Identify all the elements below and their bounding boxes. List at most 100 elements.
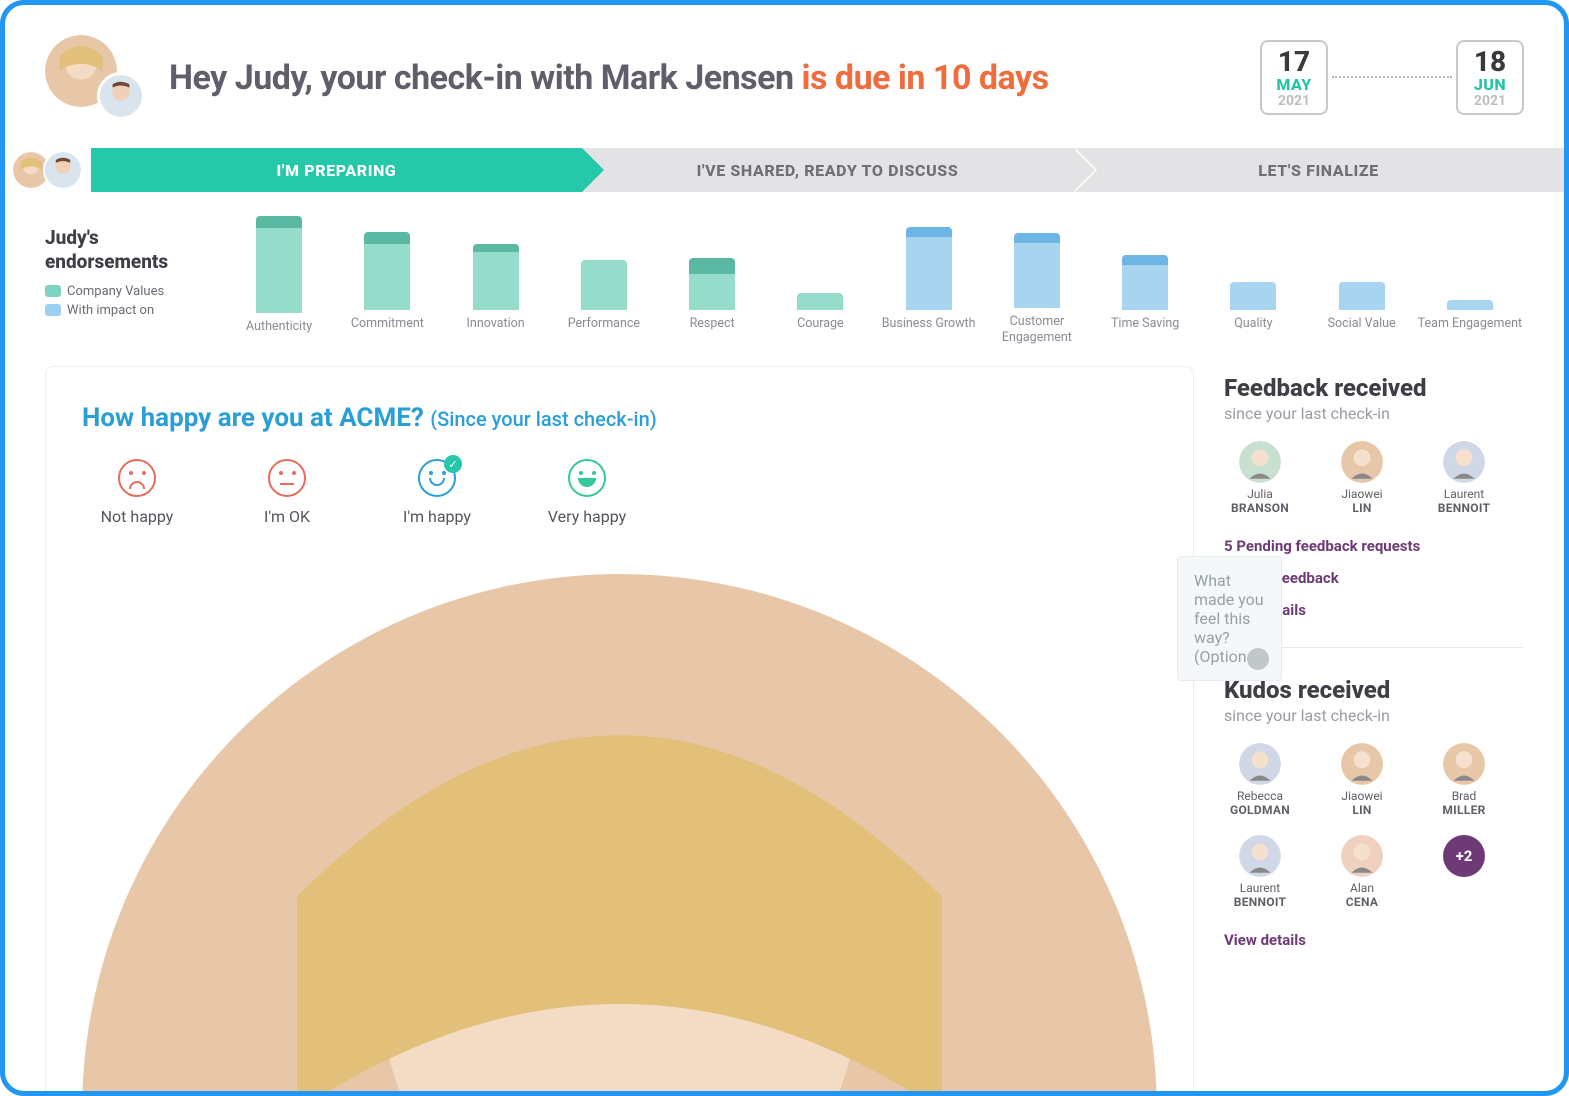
chart-legend: Judy's endorsements Company Values With …	[45, 216, 205, 346]
person-last: BRANSON	[1231, 501, 1289, 515]
face-sad-icon	[118, 459, 156, 497]
face-very-happy-icon	[568, 459, 606, 497]
avatar-pair	[45, 35, 145, 120]
bar-label: Time Saving	[1111, 316, 1179, 346]
mood-selector: Not happy I'm OK ✓ I'm happy Very happy	[82, 459, 1157, 526]
endorsements-chart: Judy's endorsements Company Values With …	[5, 192, 1564, 356]
kudos-people-row2: LaurentBENNOIT AlanCENA +2	[1224, 835, 1524, 909]
bar-social-value: Social Value	[1308, 216, 1416, 346]
bar-customer-engagement: Customer Engagement	[983, 216, 1091, 346]
person-bennoit[interactable]: LaurentBENNOIT	[1428, 441, 1500, 515]
mood-not-happy[interactable]: Not happy	[82, 459, 192, 526]
person-last: LIN	[1352, 803, 1371, 817]
emoji-button[interactable]	[1247, 648, 1269, 670]
avatar	[1239, 743, 1281, 785]
step-preparing[interactable]: I'M PREPARING	[91, 148, 582, 192]
bar-commitment: Commitment	[333, 216, 441, 346]
sidebar: Feedback received since your last check-…	[1224, 366, 1524, 1096]
date-start-day: 17	[1266, 48, 1322, 76]
header-left: Hey Judy, your check-in with Mark Jensen…	[45, 35, 1049, 120]
bar-authenticity: Authenticity	[225, 216, 333, 346]
bar-respect: Respect	[658, 216, 766, 346]
feedback-title: Feedback received	[1224, 374, 1524, 402]
mood-label: I'm happy	[403, 507, 471, 526]
date-end-month: JUN	[1462, 76, 1518, 94]
date-range: 17 MAY 2021 18 JUN 2021	[1260, 40, 1524, 115]
bar-label: Team Engagement	[1418, 316, 1522, 346]
date-start: 17 MAY 2021	[1260, 40, 1328, 115]
legend-with-impact: With impact on	[45, 303, 205, 318]
date-end-year: 2021	[1462, 94, 1518, 109]
greeting: Hey Judy, your check-in with Mark Jensen…	[169, 58, 1049, 98]
person-lin[interactable]: JiaoweiLIN	[1326, 743, 1398, 817]
bar-label: Commitment	[351, 316, 424, 346]
avatar	[1239, 441, 1281, 483]
person-last: MILLER	[1442, 803, 1485, 817]
check-icon: ✓	[444, 455, 462, 473]
steps-avatars	[5, 148, 91, 192]
bar-label: Performance	[568, 316, 640, 346]
step-finalize[interactable]: LET'S FINALIZE	[1073, 148, 1564, 192]
person-first: Julia	[1247, 487, 1273, 501]
step-shared[interactable]: I'VE SHARED, READY TO DISCUSS	[582, 148, 1073, 192]
mood-very-happy[interactable]: Very happy	[532, 459, 642, 526]
person-branson[interactable]: JuliaBRANSON	[1224, 441, 1296, 515]
feedback-people: JuliaBRANSON JiaoweiLIN LaurentBENNOIT	[1224, 441, 1524, 515]
bar-team-engagement: Team Engagement	[1416, 216, 1524, 346]
bar-label: Business Growth	[882, 316, 976, 346]
person-goldman[interactable]: RebeccaGOLDMAN	[1224, 743, 1296, 817]
kudos-more[interactable]: +2	[1428, 835, 1500, 909]
bar-label: Courage	[797, 316, 844, 346]
date-start-year: 2021	[1266, 94, 1322, 109]
feedback-sub: since your last check-in	[1224, 404, 1524, 423]
mood-label: Not happy	[101, 507, 174, 526]
person-lin[interactable]: JiaoweiLIN	[1326, 441, 1398, 515]
q1-heading: How happy are you at ACME? (Since your l…	[82, 403, 1157, 433]
date-dots	[1332, 76, 1452, 78]
bar-label: Respect	[690, 316, 735, 346]
person-first: Brad	[1452, 789, 1477, 803]
person-bennoit[interactable]: LaurentBENNOIT	[1224, 835, 1296, 909]
link-kudos-view-details[interactable]: View details	[1224, 931, 1524, 949]
mood-ok[interactable]: I'm OK	[232, 459, 342, 526]
greeting-text: Hey Judy, your check-in with Mark Jensen	[169, 58, 802, 98]
mood-happy[interactable]: ✓ I'm happy	[382, 459, 492, 526]
date-start-month: MAY	[1266, 76, 1322, 94]
legend-company-values: Company Values	[45, 284, 205, 299]
comment-row: What made you feel this way? (Optional)	[82, 556, 1157, 1096]
person-miller[interactable]: BradMILLER	[1428, 743, 1500, 817]
person-first: Jiaowei	[1341, 789, 1382, 803]
comment-input[interactable]: What made you feel this way? (Optional)	[1177, 556, 1282, 681]
person-last: LIN	[1352, 501, 1371, 515]
person-cena[interactable]: AlanCENA	[1326, 835, 1398, 909]
main-split: How happy are you at ACME? (Since your l…	[5, 356, 1564, 1096]
bar-business-growth: Business Growth	[875, 216, 983, 346]
kudos-section: Kudos received since your last check-in …	[1224, 676, 1524, 949]
avatar	[1341, 441, 1383, 483]
bar-courage: Courage	[766, 216, 874, 346]
chart-title: Judy's endorsements	[45, 226, 205, 274]
link-pending-requests[interactable]: 5 Pending feedback requests	[1224, 537, 1524, 555]
date-end: 18 JUN 2021	[1456, 40, 1524, 115]
progress-steps: I'M PREPARING I'VE SHARED, READY TO DISC…	[5, 148, 1564, 192]
legend-swatch-cv	[45, 285, 61, 297]
person-last: GOLDMAN	[1230, 803, 1290, 817]
app-frame: Hey Judy, your check-in with Mark Jensen…	[0, 0, 1569, 1096]
face-happy-icon: ✓	[418, 459, 456, 497]
avatar	[1341, 835, 1383, 877]
person-last: BENNOIT	[1438, 501, 1491, 515]
mood-label: Very happy	[548, 507, 626, 526]
person-last: BENNOIT	[1234, 895, 1287, 909]
avatar	[1239, 835, 1281, 877]
bar-quality: Quality	[1199, 216, 1307, 346]
person-first: Jiaowei	[1341, 487, 1382, 501]
greeting-due: is due in 10 days	[802, 58, 1049, 98]
bar-time-saving: Time Saving	[1091, 216, 1199, 346]
more-badge[interactable]: +2	[1443, 835, 1485, 877]
bar-label: Customer Engagement	[983, 314, 1091, 346]
comment-avatar	[82, 574, 1157, 1096]
avatar	[1341, 743, 1383, 785]
avatar	[1443, 441, 1485, 483]
chart-bars: AuthenticityCommitmentInnovationPerforma…	[225, 216, 1524, 346]
bar-performance: Performance	[550, 216, 658, 346]
